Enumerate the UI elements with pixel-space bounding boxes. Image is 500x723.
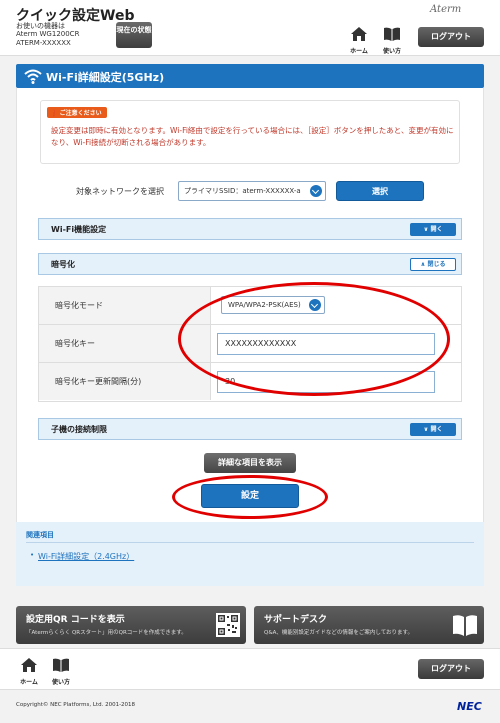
header-home-label: ホーム <box>350 48 368 55</box>
qr-code-button[interactable]: 設定用QR コードを表示 「Atermらくらく QRスタート」用のQRコードを作… <box>16 606 246 644</box>
qr-code-icon <box>216 613 240 637</box>
header-logout-button[interactable]: ログアウト <box>418 27 484 47</box>
qr-code-title: 設定用QR コードを表示 <box>26 615 125 625</box>
book-icon <box>453 615 477 636</box>
header-logout-label: ログアウト <box>431 32 471 41</box>
home-icon <box>21 658 37 672</box>
section-client-limit-toggle-label: 開く <box>430 426 443 433</box>
book-icon <box>384 27 400 41</box>
chevron-down-icon <box>310 185 322 197</box>
book-icon <box>53 658 69 672</box>
header: クイック設定Web お使いの機器は Aterm WG1200CR ATERM-X… <box>0 0 500 56</box>
home-icon <box>351 27 367 41</box>
footer-home-button[interactable]: ホーム <box>14 657 44 686</box>
nec-logo: NEC <box>457 700 482 713</box>
network-select-value: プライマリSSID：aterm-XXXXXX-a <box>184 187 301 195</box>
footer-help-label: 使い方 <box>51 679 70 686</box>
chevron-down-icon: ∨ <box>423 426 429 433</box>
section-wifi-function-title: Wi-Fi機能設定 <box>51 225 107 234</box>
device-id: ATERM-XXXXXX <box>16 39 71 47</box>
current-status-label: 現在の状態 <box>116 26 152 34</box>
chevron-down-icon: ∨ <box>423 226 429 233</box>
key-interval-label: 暗号化キー更新間隔(分) <box>39 363 211 400</box>
section-client-limit[interactable]: 子機の接続制限 ∨ 開く <box>38 418 462 440</box>
alert-icon: ❗ <box>50 110 58 117</box>
chevron-up-icon: ∧ <box>420 261 426 268</box>
page-heading: Wi-Fi詳細設定(5GHz) <box>16 64 484 88</box>
network-select-button-label: 選択 <box>372 187 388 196</box>
section-wifi-function[interactable]: Wi-Fi機能設定 ∨ 開く <box>38 218 462 240</box>
related-link-24ghz[interactable]: Wi-Fi詳細設定（2.4GHz） <box>38 551 134 562</box>
notice-badge-text: ご注意ください <box>59 110 102 117</box>
footer-bar: ホーム 使い方 ログアウト <box>0 648 500 690</box>
related-title: 関連項目 <box>26 531 54 539</box>
section-encryption-toggle-label: 閉じる <box>427 261 446 268</box>
encryption-mode-label: 暗号化モード <box>39 287 211 324</box>
section-encryption-title: 暗号化 <box>51 260 75 269</box>
qr-code-subtitle: 「Atermらくらく QRスタート」用のQRコードを作成できます。 <box>26 630 187 636</box>
section-client-limit-toggle[interactable]: ∨ 開く <box>410 423 456 436</box>
wifi-icon <box>24 69 42 84</box>
footer-logout-button[interactable]: ログアウト <box>418 659 484 679</box>
annotation-ellipse-fields <box>178 282 450 396</box>
header-help-button[interactable]: 使い方 <box>377 26 407 55</box>
notice-text: 設定変更は即時に有効となります。Wi-Fi経由で設定を行っている場合には、［設定… <box>51 126 454 147</box>
related-divider <box>26 542 474 543</box>
copyright: Copyright© NEC Platforms, Ltd. 2001-2018 <box>16 702 136 708</box>
device-model: Aterm WG1200CR <box>16 30 80 38</box>
link-bullet-icon: • <box>30 551 35 559</box>
footer-logout-label: ログアウト <box>431 664 471 673</box>
support-desk-title: サポートデスク <box>264 615 328 625</box>
footer-help-button[interactable]: 使い方 <box>46 657 76 686</box>
related-box: 関連項目 • Wi-Fi詳細設定（2.4GHz） <box>16 522 484 586</box>
section-client-limit-title: 子機の接続制限 <box>51 425 107 434</box>
show-details-label: 詳細な項目を表示 <box>218 458 282 467</box>
annotation-ellipse-apply <box>172 475 328 519</box>
network-select-button[interactable]: 選択 <box>336 181 424 201</box>
current-status-button[interactable]: 現在の状態 <box>116 22 152 48</box>
section-encryption-toggle[interactable]: ∧ 閉じる <box>410 258 456 271</box>
notice-badge: ❗ ご注意ください <box>47 107 107 118</box>
section-wifi-function-toggle-label: 開く <box>430 226 443 233</box>
support-desk-button[interactable]: サポートデスク Q&A、機能別設定ガイドなどの情報をご案内しております。 <box>254 606 484 644</box>
header-home-button[interactable]: ホーム <box>344 26 374 55</box>
section-encryption[interactable]: 暗号化 ∧ 閉じる <box>38 253 462 275</box>
footer-home-label: ホーム <box>20 679 38 686</box>
section-wifi-function-toggle[interactable]: ∨ 開く <box>410 223 456 236</box>
network-select[interactable]: プライマリSSID：aterm-XXXXXX-a <box>178 181 326 201</box>
show-details-button[interactable]: 詳細な項目を表示 <box>204 453 296 473</box>
aterm-logo: Aterm <box>430 4 462 15</box>
page-title: Wi-Fi詳細設定(5GHz) <box>46 71 165 84</box>
header-help-label: 使い方 <box>382 48 401 55</box>
network-select-label: 対象ネットワークを選択 <box>76 187 164 196</box>
notice-box: ❗ ご注意ください 設定変更は即時に有効となります。Wi-Fi経由で設定を行って… <box>40 100 460 164</box>
support-desk-subtitle: Q&A、機能別設定ガイドなどの情報をご案内しております。 <box>264 630 414 636</box>
